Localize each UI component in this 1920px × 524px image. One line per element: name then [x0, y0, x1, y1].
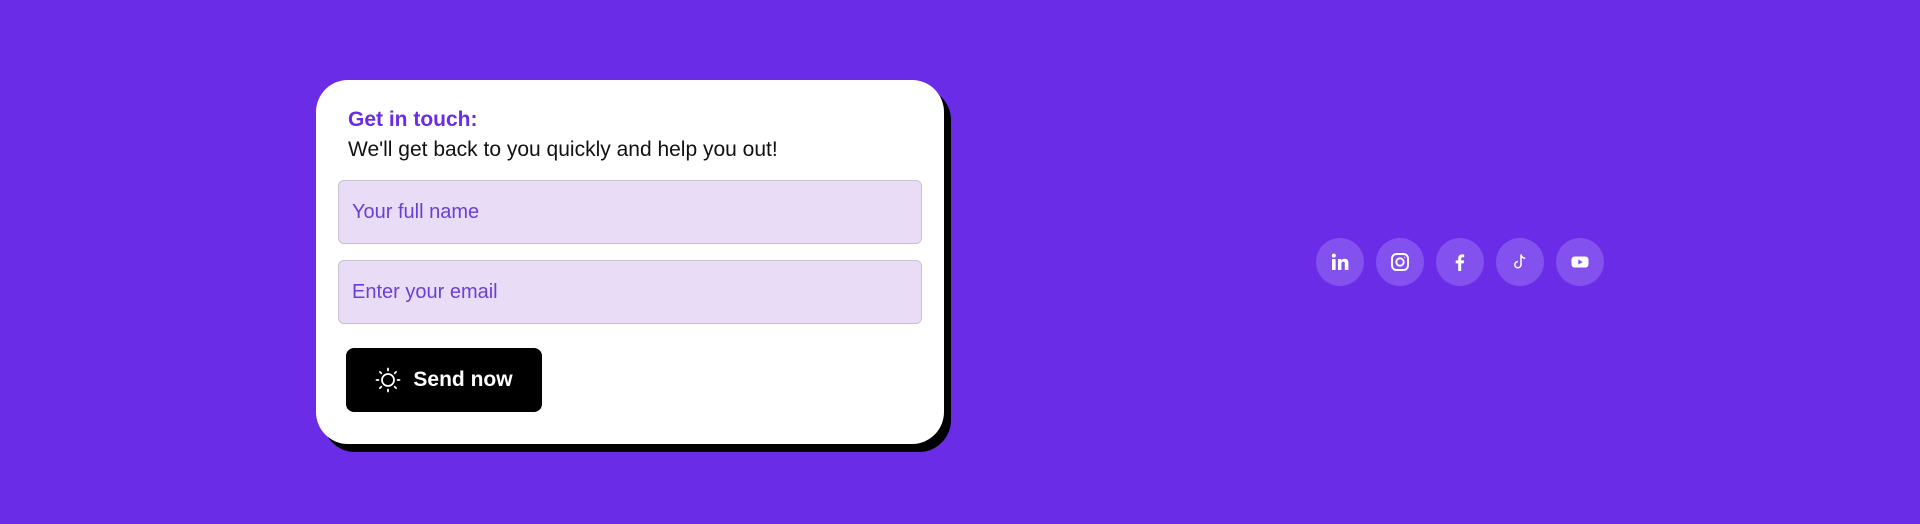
instagram-link[interactable]: [1376, 238, 1424, 286]
linkedin-link[interactable]: [1316, 238, 1364, 286]
social-links: [1316, 238, 1604, 286]
send-now-label: Send now: [413, 368, 513, 391]
full-name-input[interactable]: [338, 180, 922, 244]
contact-card: Get in touch: We'll get back to you quic…: [316, 80, 944, 444]
email-input[interactable]: [338, 260, 922, 324]
tiktok-link[interactable]: [1496, 238, 1544, 286]
sun-icon: [375, 367, 401, 393]
facebook-link[interactable]: [1436, 238, 1484, 286]
facebook-icon: [1450, 252, 1470, 272]
youtube-icon: [1570, 252, 1590, 272]
send-now-button[interactable]: Send now: [346, 348, 542, 412]
instagram-icon: [1390, 252, 1410, 272]
contact-title: Get in touch:: [348, 108, 478, 131]
youtube-link[interactable]: [1556, 238, 1604, 286]
tiktok-icon: [1510, 252, 1530, 272]
linkedin-icon: [1330, 252, 1350, 272]
contact-subtitle: We'll get back to you quickly and help y…: [348, 138, 778, 161]
